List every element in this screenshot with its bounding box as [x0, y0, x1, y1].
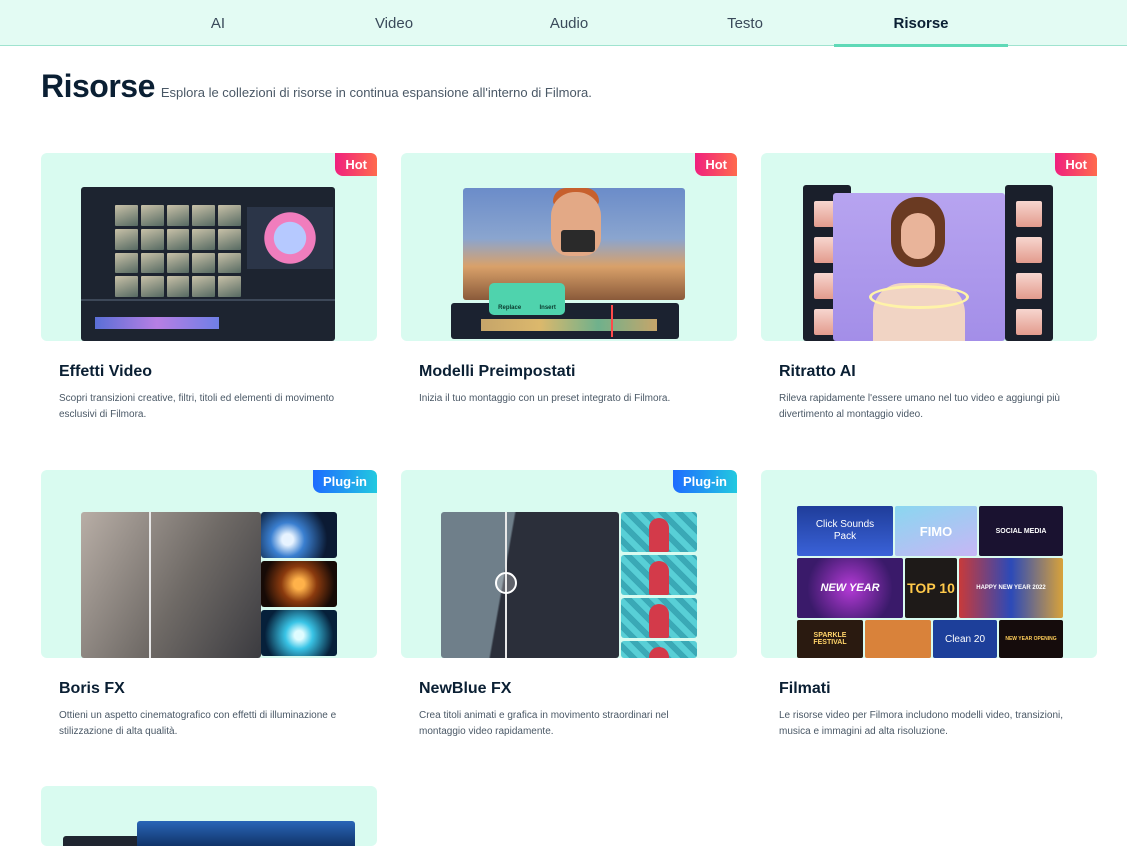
stock-tile-sparkle-festival: SPARKLE FESTIVAL — [797, 620, 863, 658]
card-thumbnail: Click Sounds Pack FIMO SOCIAL MEDIA NEW … — [761, 470, 1097, 658]
card-thumbnail: Replace Insert Hot — [401, 153, 737, 341]
resource-card-modelli-preimpostati[interactable]: Replace Insert Hot Modelli Preimpostati … — [401, 153, 737, 407]
insert-label: Insert — [539, 305, 556, 311]
editor-screenshot-image — [81, 187, 335, 341]
resource-card-ritratto-ai[interactable]: Hot Ritratto AI Rileva rapidamente l'ess… — [761, 153, 1097, 423]
boris-fx-preview-image — [261, 512, 337, 558]
tab-video[interactable]: Video — [307, 0, 481, 46]
stock-tile-happy-new-year: HAPPY NEW YEAR 2022 — [959, 558, 1063, 618]
plugin-badge: Plug-in — [672, 470, 737, 493]
page-subtitle: Esplora le collezioni di risorse in cont… — [160, 85, 592, 100]
card-description: Crea titoli animati e grafica in movimen… — [419, 710, 669, 737]
stock-tile-top10: TOP 10 — [905, 558, 957, 618]
replace-insert-popover: Replace Insert — [489, 283, 565, 315]
card-title[interactable]: NewBlue FX — [419, 680, 737, 698]
boris-fx-main-image — [81, 512, 261, 658]
ai-portrait-panel — [1005, 185, 1053, 341]
portrait-image — [833, 193, 1005, 341]
boris-fx-preview-image — [261, 561, 337, 607]
tab-audio[interactable]: Audio — [482, 0, 656, 46]
stock-tile-fimo: FIMO — [895, 506, 977, 556]
card-thumbnail: Hot — [41, 153, 377, 341]
newblue-fx-preview-image — [621, 512, 697, 552]
card-description: Inizia il tuo montaggio con un preset in… — [419, 393, 671, 404]
tab-label: Video — [374, 14, 414, 32]
tab-label: Audio — [549, 14, 589, 32]
newblue-fx-preview-image — [621, 641, 697, 658]
hot-badge: Hot — [335, 153, 377, 176]
card-title[interactable]: Effetti Video — [59, 363, 377, 381]
card-description: Rileva rapidamente l'essere umano nel tu… — [779, 393, 1060, 420]
card-title[interactable]: Filmati — [779, 680, 1097, 698]
tab-testo[interactable]: Testo — [658, 0, 832, 46]
boris-fx-preview-image — [261, 610, 337, 656]
plugin-badge: Plug-in — [312, 470, 377, 493]
card-title[interactable]: Modelli Preimpostati — [419, 363, 737, 381]
card-thumbnail: Plug-in — [401, 470, 737, 658]
replace-label: Replace — [498, 305, 522, 311]
card-description: Le risorse video per Filmora includono m… — [779, 710, 1064, 737]
card-title[interactable]: Ritratto AI — [779, 363, 1097, 381]
compare-slider-handle-icon — [495, 572, 517, 594]
card-description: Ottieni un aspetto cinematografico con e… — [59, 710, 337, 737]
newblue-fx-main-image — [441, 512, 619, 658]
resource-card-partial[interactable] — [41, 786, 377, 846]
category-tab-bar: AI Video Audio Testo Risorse — [0, 0, 1127, 47]
tab-label: Testo — [727, 14, 763, 32]
stock-tile-click-sounds: Click Sounds Pack — [797, 506, 893, 556]
card-title[interactable]: Boris FX — [59, 680, 377, 698]
section-heading: Risorse Esplora le collezioni di risorse… — [41, 68, 592, 105]
card-description: Scopri transizioni creative, filtri, tit… — [59, 393, 335, 420]
resource-card-boris-fx[interactable]: Plug-in Boris FX Ottieni un aspetto cine… — [41, 470, 377, 740]
resource-card-newblue-fx[interactable]: Plug-in NewBlue FX Crea titoli animati e… — [401, 470, 737, 740]
tab-risorse[interactable]: Risorse — [834, 0, 1008, 47]
hot-badge: Hot — [695, 153, 737, 176]
hot-badge: Hot — [1055, 153, 1097, 176]
tab-ai[interactable]: AI — [131, 0, 305, 46]
card-thumbnail: Hot — [761, 153, 1097, 341]
card-thumbnail-image — [137, 821, 355, 846]
timeline-strip-image — [451, 303, 679, 339]
stock-tile-photo-frame — [865, 620, 931, 658]
newblue-fx-preview-image — [621, 598, 697, 638]
tab-label: AI — [210, 14, 226, 32]
stock-tile-new-year: NEW YEAR — [797, 558, 903, 618]
page-title: Risorse — [41, 68, 155, 104]
newblue-fx-preview-image — [621, 555, 697, 595]
stock-tile-new-year-opening: NEW YEAR OPENING — [999, 620, 1063, 658]
card-thumbnail: Plug-in — [41, 470, 377, 658]
resource-card-filmati[interactable]: Click Sounds Pack FIMO SOCIAL MEDIA NEW … — [761, 470, 1097, 740]
stock-tile-clean: Clean 20 — [933, 620, 997, 658]
tab-label: Risorse — [893, 14, 949, 32]
stock-tile-social-media: SOCIAL MEDIA — [979, 506, 1063, 556]
resource-card-effetti-video[interactable]: Hot Effetti Video Scopri transizioni cre… — [41, 153, 377, 423]
